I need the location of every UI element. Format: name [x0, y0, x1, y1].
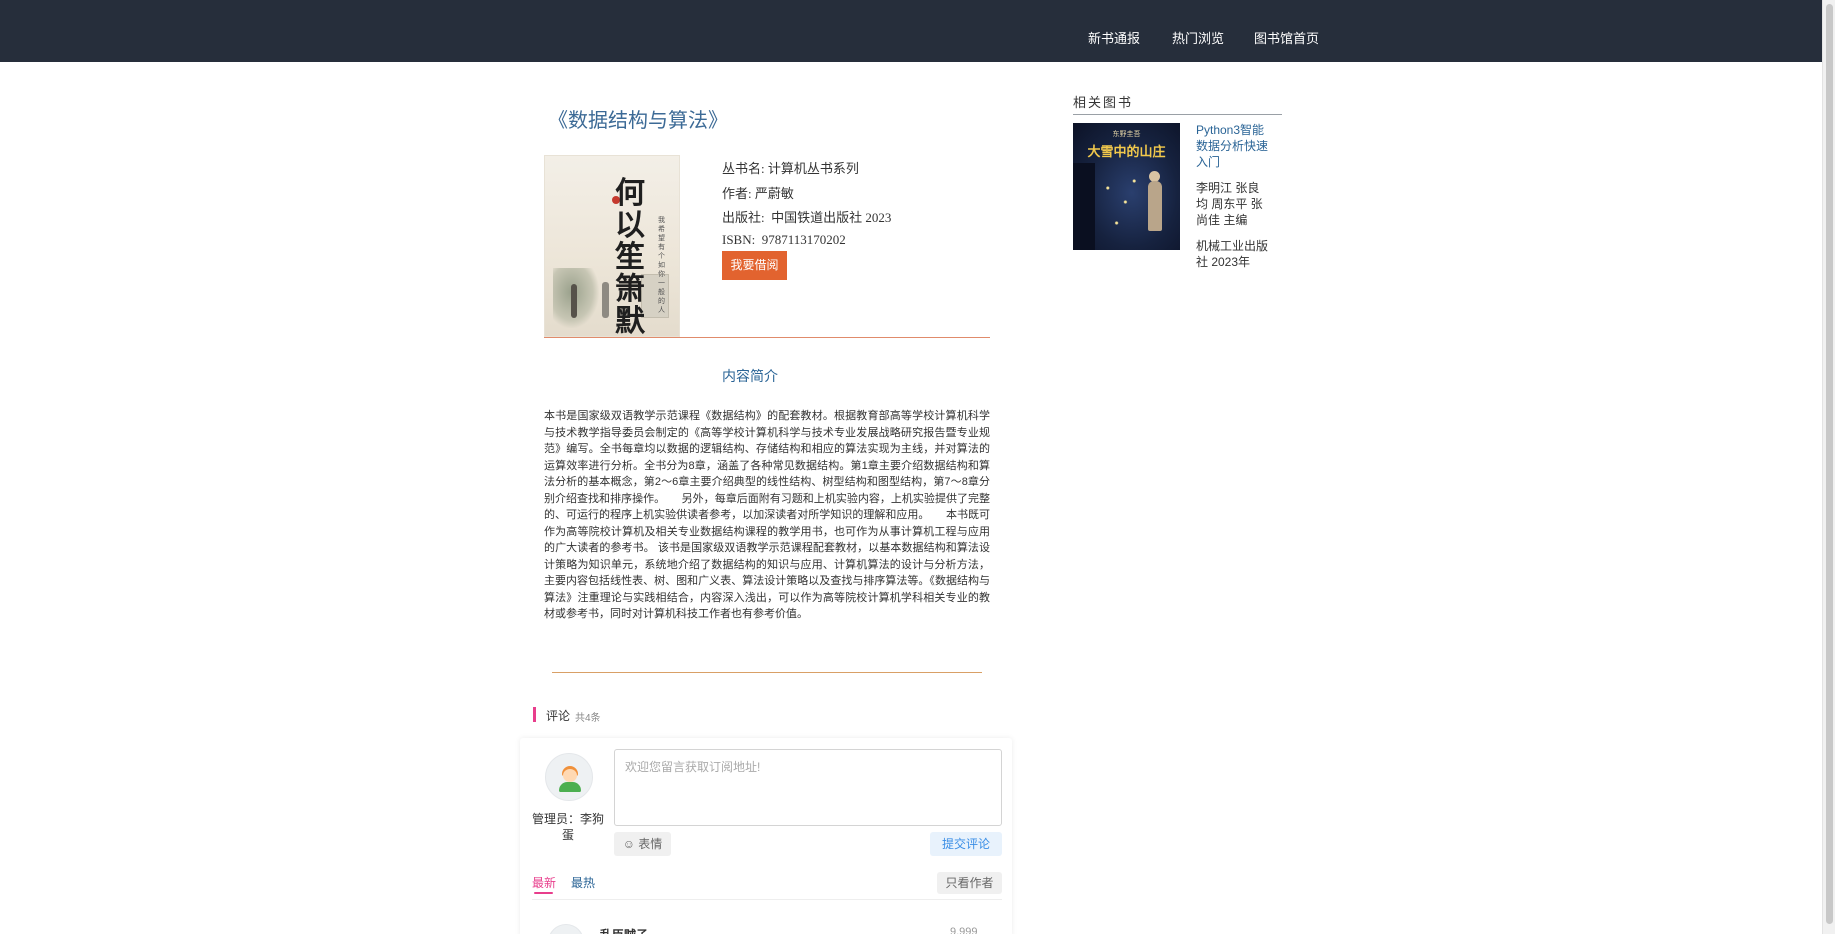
publisher-row: 出版社: 中国铁道出版社 2023 — [722, 207, 891, 226]
comment-like-count: 9,999 — [950, 926, 978, 934]
isbn-label: ISBN: — [722, 232, 756, 247]
divider — [544, 337, 990, 338]
borrow-button[interactable]: 我要借阅 — [722, 251, 787, 280]
related-book-cover[interactable]: 东野圭吾 大雪中的山庄 — [1073, 123, 1180, 250]
author-value: 严蔚敏 — [754, 186, 794, 201]
divider — [1073, 114, 1282, 115]
cover-side-text: 我希望有个如你一般的人 — [658, 217, 665, 314]
series-label: 丛书名: — [722, 161, 765, 176]
series-row: 丛书名: 计算机丛书系列 — [722, 158, 859, 177]
divider — [532, 899, 1002, 900]
cover-title-text: 大雪中的山庄 — [1087, 144, 1166, 159]
comment-count: 共4条 — [575, 713, 601, 724]
related-book-publisher: 机械工业出版社 2023年 — [1196, 239, 1269, 269]
nav-link-library-home[interactable]: 图书馆首页 — [1254, 28, 1319, 47]
author-row: 作者: 严蔚敏 — [722, 183, 794, 202]
avatar — [545, 753, 593, 801]
cover-figure-art — [571, 284, 577, 318]
author-only-button[interactable]: 只看作者 — [937, 872, 1002, 894]
comment-input[interactable] — [614, 749, 1002, 826]
book-cover-image: 何以笙箫默 我希望有个如你一般的人 — [544, 155, 680, 337]
publisher-label: 出版社: — [722, 210, 765, 225]
nav-link-popular[interactable]: 热门浏览 — [1172, 28, 1224, 47]
current-user-name: 管理员：李狗蛋 — [532, 812, 605, 842]
cover-stars-art — [1099, 167, 1143, 237]
intro-text: 本书是国家级双语教学示范课程《数据结构》的配套教材。根据教育部高等学校计算机科学… — [544, 410, 990, 620]
series-value: 计算机丛书系列 — [767, 161, 859, 176]
avatar-body — [559, 782, 581, 792]
submit-comment-button[interactable]: 提交评论 — [930, 832, 1002, 856]
tab-latest[interactable]: 最新 — [532, 874, 556, 891]
active-tab-indicator — [534, 892, 553, 894]
tab-hottest[interactable]: 最热 — [571, 874, 595, 891]
related-book-authors: 李明江 张良均 周东平 张尚佳 主编 — [1196, 181, 1263, 227]
isbn-row: ISBN: 9787113170202 — [722, 232, 846, 248]
scrollbar-thumb[interactable] — [1826, 4, 1833, 924]
comment-accent-bar — [533, 707, 536, 722]
related-books-title: 相关图书 — [1073, 95, 1134, 110]
related-book-link[interactable]: Python3智能数据分析快速入门 — [1196, 122, 1272, 170]
cover-figure-art — [602, 282, 609, 318]
emoji-button[interactable]: ☺ 表情 — [614, 832, 671, 856]
book-title: 《数据结构与算法》 — [548, 110, 728, 132]
comment-section-label: 评论 — [546, 709, 571, 723]
author-label: 作者: — [722, 186, 752, 201]
cover-author-text: 东野圭吾 — [1112, 131, 1141, 138]
cover-figure-art — [1148, 181, 1162, 231]
page-scrollbar[interactable] — [1822, 0, 1835, 934]
avatar-face — [563, 769, 577, 782]
top-nav-bar: 新书通报 热门浏览 图书馆首页 — [0, 0, 1835, 62]
cover-curtain-art — [1073, 163, 1095, 250]
divider — [552, 672, 982, 673]
publisher-value: 中国铁道出版社 2023 — [771, 210, 892, 225]
nav-link-new-books[interactable]: 新书通报 — [1088, 28, 1140, 47]
comment-author-name: 乱臣贼子 — [600, 926, 648, 934]
isbn-value: 9787113170202 — [761, 232, 846, 247]
intro-title: 内容简介 — [722, 368, 778, 384]
cover-title-text: 何以笙箫默 — [615, 177, 645, 337]
